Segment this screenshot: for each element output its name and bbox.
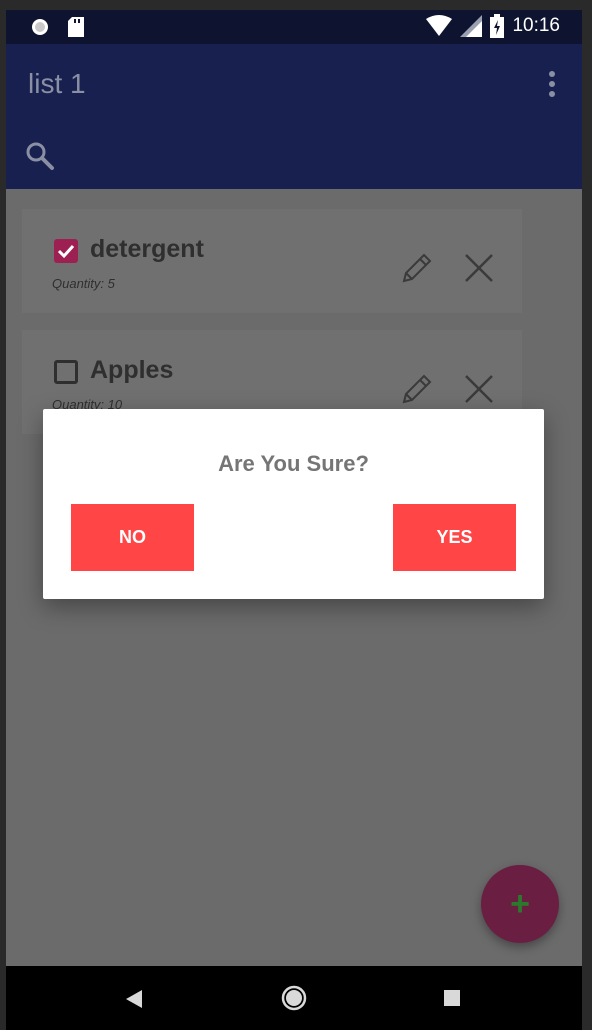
page-title: list 1 [28, 68, 86, 99]
battery-charging-icon [490, 14, 505, 38]
screen: 10:16 list 1 detergent Quantity: 5 Apple… [6, 10, 582, 1030]
sd-card-icon [68, 17, 84, 37]
list-item[interactable]: detergent Quantity: 5 [22, 209, 522, 313]
status-left [30, 17, 84, 37]
item-quantity: Quantity: 5 [52, 276, 115, 291]
plus-icon: + [510, 884, 530, 923]
check-icon [57, 244, 75, 259]
wifi-icon [426, 15, 453, 36]
back-icon[interactable] [126, 990, 142, 1008]
home-icon[interactable] [280, 984, 308, 1012]
status-right: 10:16 [426, 14, 560, 38]
pencil-icon[interactable] [396, 249, 436, 289]
item-name: Apples [90, 356, 174, 384]
item-name: detergent [90, 235, 204, 263]
yes-button[interactable]: YES [393, 504, 516, 571]
add-item-fab[interactable]: + [481, 865, 559, 943]
overflow-menu-icon[interactable] [546, 70, 558, 100]
app-bar: list 1 [6, 44, 582, 189]
item-checkbox-checked[interactable] [54, 239, 78, 263]
close-icon[interactable] [462, 251, 496, 285]
confirm-dialog: Are You Sure? NO YES [43, 409, 544, 599]
status-time: 10:16 [512, 15, 560, 36]
pencil-icon[interactable] [396, 370, 436, 410]
search-icon[interactable] [24, 140, 56, 172]
circle-icon [32, 19, 48, 35]
item-checkbox-unchecked[interactable] [54, 360, 78, 384]
recents-icon[interactable] [444, 990, 460, 1006]
navigation-bar [6, 966, 582, 1030]
signal-icon [460, 15, 483, 37]
dialog-title: Are You Sure? [218, 451, 369, 476]
no-button[interactable]: NO [71, 504, 194, 571]
close-icon[interactable] [462, 372, 496, 406]
status-bar: 10:16 [6, 10, 582, 44]
